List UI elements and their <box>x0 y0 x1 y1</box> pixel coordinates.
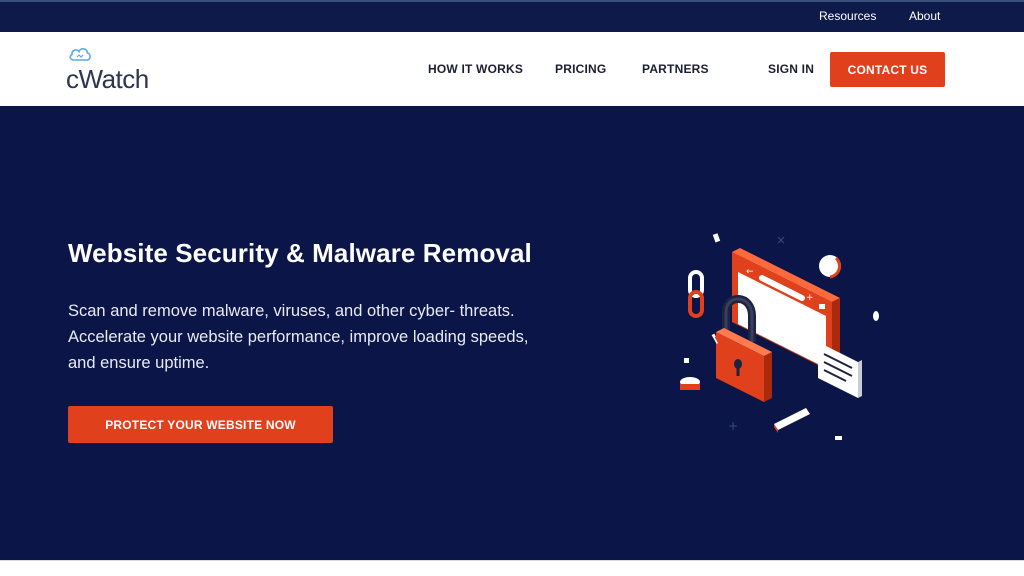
padlock-browser-illustration: ← + × + <box>680 233 879 440</box>
contact-us-button[interactable]: CONTACT US <box>830 52 945 87</box>
hero-title: Website Security & Malware Removal <box>68 238 532 268</box>
hero-description-line: Accelerate your website performance, imp… <box>68 328 529 346</box>
hero-description: Scan and remove malware, viruses, and ot… <box>68 298 588 376</box>
protect-website-button[interactable]: PROTECT YOUR WEBSITE NOW <box>68 406 333 443</box>
chain-icon <box>688 270 704 318</box>
svg-text:×: × <box>776 233 786 247</box>
brand-name: cWatch <box>66 64 149 94</box>
utility-bar: Resources About <box>0 0 1024 32</box>
nav-how-it-works[interactable]: HOW IT WORKS <box>428 62 523 76</box>
hero-description-line: Scan and remove malware, viruses, and ot… <box>68 302 515 320</box>
page: Resources About cWatch HOW IT WORKS PRIC… <box>0 0 1024 576</box>
page-footer-edge <box>0 560 1024 576</box>
svg-text:+: + <box>806 293 814 303</box>
svg-text:+: + <box>728 419 738 433</box>
nav-pricing[interactable]: PRICING <box>555 62 606 76</box>
about-link[interactable]: About <box>909 9 940 23</box>
cloud-icon <box>69 48 91 61</box>
sign-in-link[interactable]: SIGN IN <box>768 62 814 76</box>
main-nav: cWatch HOW IT WORKS PRICING PARTNERS SIG… <box>0 32 1024 106</box>
svg-text:←: ← <box>746 267 754 277</box>
nav-partners[interactable]: PARTNERS <box>642 62 709 76</box>
logo[interactable]: cWatch <box>66 44 166 96</box>
hero-section: Website Security & Malware Removal Scan … <box>0 106 1024 560</box>
hero-description-line: and ensure uptime. <box>68 354 210 372</box>
resources-link[interactable]: Resources <box>819 9 876 23</box>
